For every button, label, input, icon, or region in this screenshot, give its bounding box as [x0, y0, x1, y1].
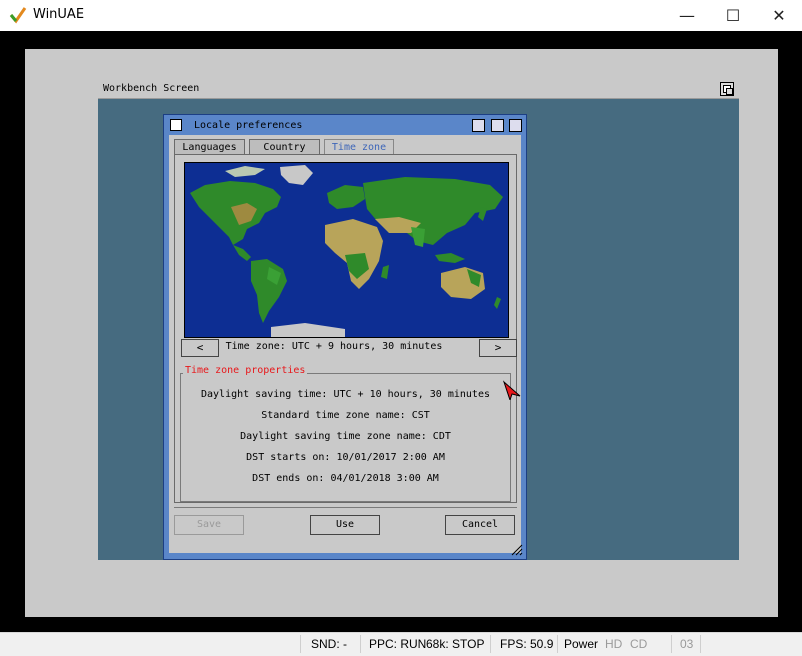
standard-zone-name: Standard time zone name: CST: [261, 410, 430, 421]
time-zone-label: Time zone: UTC + 9 hours, 30 minutes: [225, 341, 443, 352]
zoom-gadget-icon[interactable]: [491, 119, 504, 132]
workbench-titlebar[interactable]: Workbench Screen: [98, 81, 739, 99]
use-button[interactable]: Use: [310, 515, 380, 535]
depth-gadget-icon[interactable]: [720, 82, 734, 96]
window-title: WinUAE: [33, 7, 85, 22]
cancel-button[interactable]: Cancel: [445, 515, 515, 535]
divider: [174, 507, 517, 508]
maximize-icon: ☐: [725, 6, 741, 25]
winuae-check-icon: [9, 7, 27, 24]
status-hd[interactable]: HD: [605, 637, 622, 651]
locale-title: Locale preferences: [194, 120, 303, 131]
mouse-pointer-icon: [502, 380, 521, 400]
iconify-gadget-icon[interactable]: [472, 119, 485, 132]
status-bar: SND: - PPC: RUN 68k: STOP FPS: 50.9 Powe…: [0, 632, 802, 656]
divider: [490, 635, 491, 653]
close-button[interactable]: ✕: [756, 0, 802, 31]
divider: [700, 635, 701, 653]
minimize-button[interactable]: —: [664, 0, 710, 31]
world-map-graphic: [185, 163, 508, 337]
workbench-title: Workbench Screen: [103, 83, 200, 94]
amiga-screen[interactable]: Workbench Screen Locale preferences Lang…: [25, 49, 778, 617]
locale-preferences-window[interactable]: Locale preferences Languages Country Tim…: [163, 114, 527, 560]
tab-time-zone[interactable]: Time zone: [324, 139, 394, 154]
status-sound: SND: -: [311, 637, 347, 651]
close-gadget-icon[interactable]: [170, 119, 182, 131]
status-cd[interactable]: CD: [630, 637, 647, 651]
window-titlebar[interactable]: WinUAE — ☐ ✕: [0, 0, 802, 31]
tab-languages[interactable]: Languages: [174, 139, 245, 154]
previous-zone-button[interactable]: <: [181, 339, 219, 357]
minimize-icon: —: [679, 6, 695, 25]
dst-ends: DST ends on: 04/01/2018 3:00 AM: [252, 473, 439, 484]
emulator-display[interactable]: Workbench Screen Locale preferences Lang…: [0, 31, 802, 632]
divider: [557, 635, 558, 653]
locale-body: Languages Country Time zone < Time zone:…: [169, 135, 521, 553]
world-map[interactable]: [184, 162, 509, 338]
close-icon: ✕: [772, 6, 786, 25]
daylight-saving-time: Daylight saving time: UTC + 10 hours, 30…: [201, 389, 490, 400]
depth-gadget-icon[interactable]: [509, 119, 522, 132]
status-ppc: PPC: RUN: [369, 637, 427, 651]
properties-legend: Time zone properties: [183, 365, 308, 376]
next-zone-button[interactable]: >: [479, 339, 517, 357]
status-df-counter[interactable]: 03: [680, 637, 693, 651]
status-fps: FPS: 50.9: [500, 637, 554, 651]
daylight-zone-name: Daylight saving time zone name: CDT: [240, 431, 451, 442]
maximize-button[interactable]: ☐: [710, 0, 756, 31]
status-power[interactable]: Power: [564, 637, 598, 651]
status-68k: 68k: STOP: [426, 637, 485, 651]
divider: [360, 635, 361, 653]
divider: [671, 635, 672, 653]
save-button[interactable]: Save: [174, 515, 244, 535]
divider: [300, 635, 301, 653]
locale-titlebar[interactable]: Locale preferences: [166, 116, 524, 134]
tab-country[interactable]: Country: [249, 139, 320, 154]
resize-gadget-icon[interactable]: [511, 544, 523, 556]
dst-starts: DST starts on: 10/01/2017 2:00 AM: [246, 452, 445, 463]
